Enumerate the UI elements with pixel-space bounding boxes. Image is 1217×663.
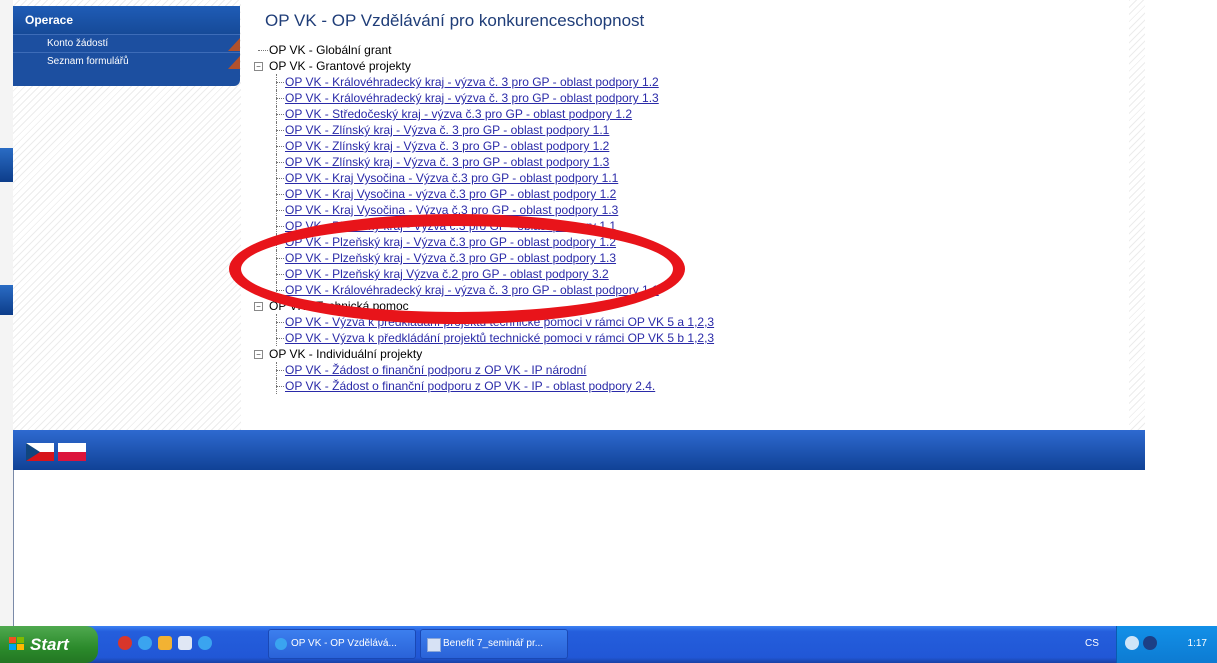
tree-item: OP VK - Kraj Vysočina - Výzva č.3 pro GP… [253, 170, 714, 186]
tree-group-individual: OP VK - Žádost o finanční podporu z OP V… [253, 362, 714, 394]
grant-link[interactable]: OP VK - Plzeňský kraj Výzva č.2 pro GP -… [285, 267, 609, 281]
individual-link[interactable]: OP VK - Žádost o finanční podporu z OP V… [285, 379, 655, 393]
grant-link[interactable]: OP VK - Zlínský kraj - Výzva č. 3 pro GP… [285, 139, 609, 153]
security-icon[interactable] [1143, 636, 1157, 650]
tree-item: OP VK - Žádost o finanční podporu z OP V… [253, 378, 714, 394]
czech-flag-icon[interactable] [26, 443, 54, 461]
task-label: Benefit 7_seminář pr... [443, 638, 544, 649]
task-button-browser[interactable]: OP VK - OP Vzdělává... [268, 629, 416, 659]
collapse-icon[interactable]: − [254, 302, 263, 311]
tree-group-technical: OP VK - Výzva k předkládání projektů tec… [253, 314, 714, 346]
tree-item: OP VK - Plzeňský kraj - Výzva č.3 pro GP… [253, 234, 714, 250]
left-frame-band [0, 148, 13, 182]
tree-item: OP VK - Žádost o finanční podporu z OP V… [253, 362, 714, 378]
ie-icon[interactable] [138, 636, 152, 650]
tree-item: OP VK - Výzva k předkládání projektů tec… [253, 330, 714, 346]
grant-link[interactable]: OP VK - Plzeňský kraj - Výzva č.3 pro GP… [285, 219, 616, 233]
page-body: Operace Konto žádostí Seznam formulářů O… [13, 0, 1145, 430]
technical-link[interactable]: OP VK - Výzva k předkládání projektů tec… [285, 315, 714, 329]
tree-item: OP VK - Výzva k předkládání projektů tec… [253, 314, 714, 330]
grant-link[interactable]: OP VK - Zlínský kraj - Výzva č. 3 pro GP… [285, 155, 609, 169]
sidebar-item-konto-zadosti[interactable]: Konto žádostí [13, 34, 240, 52]
document-icon [427, 638, 441, 652]
tree-group-grant: OP VK - Královéhradecký kraj - výzva č. … [253, 74, 714, 298]
tree-item: OP VK - Kraj Vysočina - výzva č.3 pro GP… [253, 186, 714, 202]
technical-link[interactable]: OP VK - Výzva k předkládání projektů tec… [285, 331, 714, 345]
ie-icon[interactable] [198, 636, 212, 650]
start-button[interactable]: Start [0, 626, 98, 663]
tree-node-label: OP VK - Technická pomoc [269, 299, 409, 313]
polish-flag-icon[interactable] [58, 443, 86, 461]
collapse-icon[interactable]: − [254, 62, 263, 71]
page-title: OP VK - OP Vzdělávání pro konkurencescho… [265, 11, 645, 30]
task-button-document[interactable]: Benefit 7_seminář pr... [420, 629, 568, 659]
footer-band [13, 430, 1145, 470]
tree-item: OP VK - Zlínský kraj - Výzva č. 3 pro GP… [253, 138, 714, 154]
outlook-icon[interactable] [158, 636, 172, 650]
sidebar-item-label: Seznam formulářů [47, 56, 129, 67]
tree-item: OP VK - Královéhradecký kraj - výzva č. … [253, 90, 714, 106]
grant-link[interactable]: OP VK - Královéhradecký kraj - výzva č. … [285, 91, 659, 105]
corner-arrow-icon [228, 56, 240, 69]
tree-node-label: OP VK - Individuální projekty [269, 347, 423, 361]
grant-link[interactable]: OP VK - Královéhradecký kraj - výzva č. … [285, 75, 659, 89]
tree-item: OP VK - Kraj Vysočina - Výzva č.3 pro GP… [253, 202, 714, 218]
sidebar-menu: Operace Konto žádostí Seznam formulářů [13, 6, 240, 86]
tree-item: OP VK - Zlínský kraj - Výzva č. 3 pro GP… [253, 154, 714, 170]
tree-item: OP VK - Plzeňský kraj - Výzva č.3 pro GP… [253, 218, 714, 234]
collapse-icon[interactable]: − [254, 350, 263, 359]
individual-link[interactable]: OP VK - Žádost o finanční podporu z OP V… [285, 363, 587, 377]
program-tree: OP VK - Globální grant − OP VK - Grantov… [253, 42, 714, 394]
grant-link[interactable]: OP VK - Královéhradecký kraj - výzva č. … [285, 283, 659, 297]
tree-node-global[interactable]: OP VK - Globální grant [253, 42, 714, 58]
tree-node-label: OP VK - Grantové projekty [269, 59, 411, 73]
opera-icon[interactable] [118, 636, 132, 650]
tree-node-grant[interactable]: − OP VK - Grantové projekty [253, 58, 714, 74]
tree-item: OP VK - Královéhradecký kraj - výzva č. … [253, 74, 714, 90]
tree-node-label: OP VK - Globální grant [269, 43, 392, 57]
tree-node-individual[interactable]: − OP VK - Individuální projekty [253, 346, 714, 362]
tree-node-technical[interactable]: − OP VK - Technická pomoc [253, 298, 714, 314]
corner-arrow-icon [228, 38, 240, 51]
grant-link[interactable]: OP VK - Zlínský kraj - Výzva č. 3 pro GP… [285, 123, 609, 137]
clock: 1:17 [1187, 638, 1207, 649]
sidebar-item-seznam-formularu[interactable]: Seznam formulářů [13, 52, 240, 70]
app-icon[interactable] [178, 636, 192, 650]
task-label: OP VK - OP Vzdělává... [291, 638, 397, 649]
web-page: Operace Konto žádostí Seznam formulářů O… [13, 0, 1145, 470]
tree-item: OP VK - Královéhradecký kraj - výzva č. … [253, 282, 714, 298]
ie-icon [275, 638, 287, 650]
language-indicator[interactable]: CS [1085, 638, 1099, 649]
grant-link[interactable]: OP VK - Kraj Vysočina - Výzva č.3 pro GP… [285, 171, 618, 185]
grant-link[interactable]: OP VK - Plzeňský kraj - Výzva č.3 pro GP… [285, 251, 616, 265]
tree-item: OP VK - Plzeňský kraj - Výzva č.3 pro GP… [253, 250, 714, 266]
taskbar: Start OP VK - OP Vzdělává... Benefit 7_s… [0, 626, 1217, 663]
tree-item: OP VK - Plzeňský kraj Výzva č.2 pro GP -… [253, 266, 714, 282]
sidebar-header: Operace [13, 6, 240, 34]
grant-link[interactable]: OP VK - Kraj Vysočina - výzva č.3 pro GP… [285, 187, 616, 201]
grant-link[interactable]: OP VK - Kraj Vysočina - Výzva č.3 pro GP… [285, 203, 618, 217]
system-tray: CS 1:17 [1085, 626, 1217, 663]
tree-item: OP VK - Zlínský kraj - Výzva č. 3 pro GP… [253, 122, 714, 138]
sidebar-item-label: Konto žádostí [47, 38, 109, 49]
grant-link[interactable]: OP VK - Plzeňský kraj - Výzva č.3 pro GP… [285, 235, 616, 249]
left-frame-band [0, 285, 13, 315]
network-icon[interactable] [1125, 636, 1139, 650]
left-frame [0, 0, 14, 626]
tree-item: OP VK - Středočeský kraj - výzva č.3 pro… [253, 106, 714, 122]
start-label: Start [30, 635, 69, 654]
windows-logo-icon [9, 637, 25, 652]
grant-link[interactable]: OP VK - Středočeský kraj - výzva č.3 pro… [285, 107, 632, 121]
